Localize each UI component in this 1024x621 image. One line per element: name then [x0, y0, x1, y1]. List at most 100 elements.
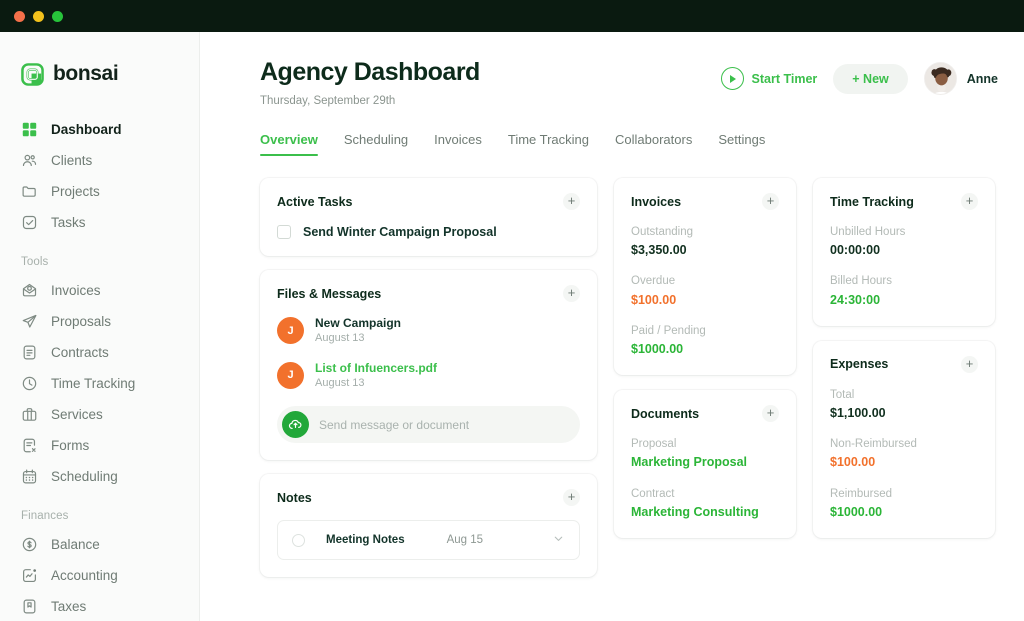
window-titlebar	[0, 0, 1024, 32]
sidebar-item-balance[interactable]: Balance	[0, 529, 199, 560]
card-header: Active Tasks +	[277, 193, 580, 210]
add-note-button[interactable]: +	[563, 489, 580, 506]
brand-logo[interactable]: bonsai	[0, 54, 199, 94]
note-status-circle[interactable]	[292, 534, 305, 547]
clock-icon	[21, 375, 38, 392]
upload-cloud-button[interactable]	[282, 411, 309, 438]
sidebar-item-forms[interactable]: Forms	[0, 430, 199, 461]
user-menu[interactable]: Anne	[924, 62, 998, 95]
file-link[interactable]: List of Infuencers.pdf	[315, 360, 437, 376]
tab-settings[interactable]: Settings	[718, 132, 765, 156]
sidebar-item-tasks[interactable]: Tasks	[0, 207, 199, 238]
message-composer	[277, 406, 580, 443]
add-task-button[interactable]: +	[563, 193, 580, 210]
card-title: Expenses	[830, 357, 888, 371]
document-icon	[21, 344, 38, 361]
card-title: Invoices	[631, 195, 681, 209]
stat-block: Outstanding $3,350.00	[631, 224, 779, 259]
sidebar-item-label: Forms	[51, 439, 89, 453]
tab-bar: Overview Scheduling Invoices Time Tracki…	[260, 132, 998, 156]
stat-block: Total $1,100.00	[830, 387, 978, 422]
sidebar-item-label: Tasks	[51, 216, 86, 230]
sidebar-item-label: Balance	[51, 538, 100, 552]
sidebar-nav: Dashboard Clients Projects	[0, 114, 199, 621]
stat-label: Total	[830, 387, 978, 404]
note-date: Aug 15	[447, 534, 483, 546]
files-messages-card: Files & Messages + J New Campaign August…	[260, 270, 597, 460]
list-item[interactable]: J New Campaign August 13	[277, 315, 580, 347]
sidebar-item-projects[interactable]: Projects	[0, 176, 199, 207]
tab-scheduling[interactable]: Scheduling	[344, 132, 408, 156]
check-square-icon	[21, 214, 38, 231]
sidebar-item-label: Scheduling	[51, 470, 118, 484]
add-expense-button[interactable]: +	[961, 356, 978, 373]
stat-value: 00:00:00	[830, 241, 978, 259]
grid-icon	[21, 121, 38, 138]
stat-label: Unbilled Hours	[830, 224, 978, 241]
sidebar-item-label: Projects	[51, 185, 100, 199]
sidebar-item-clients[interactable]: Clients	[0, 145, 199, 176]
sidebar-item-label: Proposals	[51, 315, 111, 329]
stat-value: $1000.00	[631, 340, 779, 358]
card-title: Files & Messages	[277, 287, 381, 301]
document-link[interactable]: Marketing Consulting	[631, 503, 779, 521]
invoice-icon	[21, 282, 38, 299]
sidebar-item-label: Contracts	[51, 346, 109, 360]
sidebar-item-label: Accounting	[51, 569, 118, 583]
tab-collaborators[interactable]: Collaborators	[615, 132, 692, 156]
sidebar-item-taxes[interactable]: Taxes	[0, 591, 199, 621]
sidebar-item-contracts[interactable]: Contracts	[0, 337, 199, 368]
stat-label: Outstanding	[631, 224, 779, 241]
sidebar-item-dashboard[interactable]: Dashboard	[0, 114, 199, 145]
main-content: Agency Dashboard Thursday, September 29t…	[200, 32, 1024, 621]
task-checkbox[interactable]	[277, 225, 291, 239]
list-item[interactable]: J List of Infuencers.pdf August 13	[277, 360, 580, 392]
tab-time-tracking[interactable]: Time Tracking	[508, 132, 589, 156]
cloud-upload-icon	[288, 417, 303, 432]
new-button[interactable]: + New	[833, 64, 907, 94]
add-time-entry-button[interactable]: +	[961, 193, 978, 210]
sidebar-item-scheduling[interactable]: Scheduling	[0, 461, 199, 492]
sidebar-item-label: Services	[51, 408, 103, 422]
add-document-button[interactable]: +	[762, 405, 779, 422]
sidebar-item-time-tracking[interactable]: Time Tracking	[0, 368, 199, 399]
card-header: Notes +	[277, 489, 580, 506]
start-timer-button[interactable]: Start Timer	[721, 67, 818, 90]
stat-value: $1,100.00	[830, 404, 978, 422]
stat-label: Contract	[631, 486, 779, 503]
stat-label: Proposal	[631, 436, 779, 453]
sidebar-item-proposals[interactable]: Proposals	[0, 306, 199, 337]
dollar-circle-icon	[21, 536, 38, 553]
avatar	[924, 62, 957, 95]
add-invoice-button[interactable]: +	[762, 193, 779, 210]
add-file-button[interactable]: +	[563, 285, 580, 302]
minimize-window-button[interactable]	[33, 11, 44, 22]
chart-square-icon	[21, 567, 38, 584]
stat-label: Paid / Pending	[631, 323, 779, 340]
file-date: August 13	[315, 376, 437, 391]
document-link[interactable]: Marketing Proposal	[631, 453, 779, 471]
message-input[interactable]	[319, 418, 575, 432]
note-row[interactable]: Meeting Notes Aug 15	[277, 520, 580, 560]
page-date: Thursday, September 29th	[260, 95, 480, 107]
sidebar-item-accounting[interactable]: Accounting	[0, 560, 199, 591]
sidebar-item-invoices[interactable]: Invoices	[0, 275, 199, 306]
stat-block: Billed Hours 24:30:00	[830, 273, 978, 308]
tab-invoices[interactable]: Invoices	[434, 132, 482, 156]
card-header: Invoices +	[631, 193, 779, 210]
stat-value: $100.00	[631, 291, 779, 309]
sidebar-item-label: Dashboard	[51, 123, 122, 137]
chevron-down-icon[interactable]	[552, 532, 565, 548]
expenses-card: Expenses + Total $1,100.00 Non-Reimburse…	[813, 341, 995, 538]
sidebar-item-services[interactable]: Services	[0, 399, 199, 430]
dashboard-column-left: Active Tasks + Send Winter Campaign Prop…	[260, 178, 597, 577]
stat-value: 24:30:00	[830, 291, 978, 309]
close-window-button[interactable]	[14, 11, 25, 22]
stat-block: Reimbursed $1000.00	[830, 486, 978, 521]
dashboard-grid: Active Tasks + Send Winter Campaign Prop…	[260, 178, 998, 577]
calendar-icon	[21, 468, 38, 485]
tab-overview[interactable]: Overview	[260, 132, 318, 156]
task-row[interactable]: Send Winter Campaign Proposal	[277, 225, 580, 239]
play-icon	[721, 67, 744, 90]
maximize-window-button[interactable]	[52, 11, 63, 22]
